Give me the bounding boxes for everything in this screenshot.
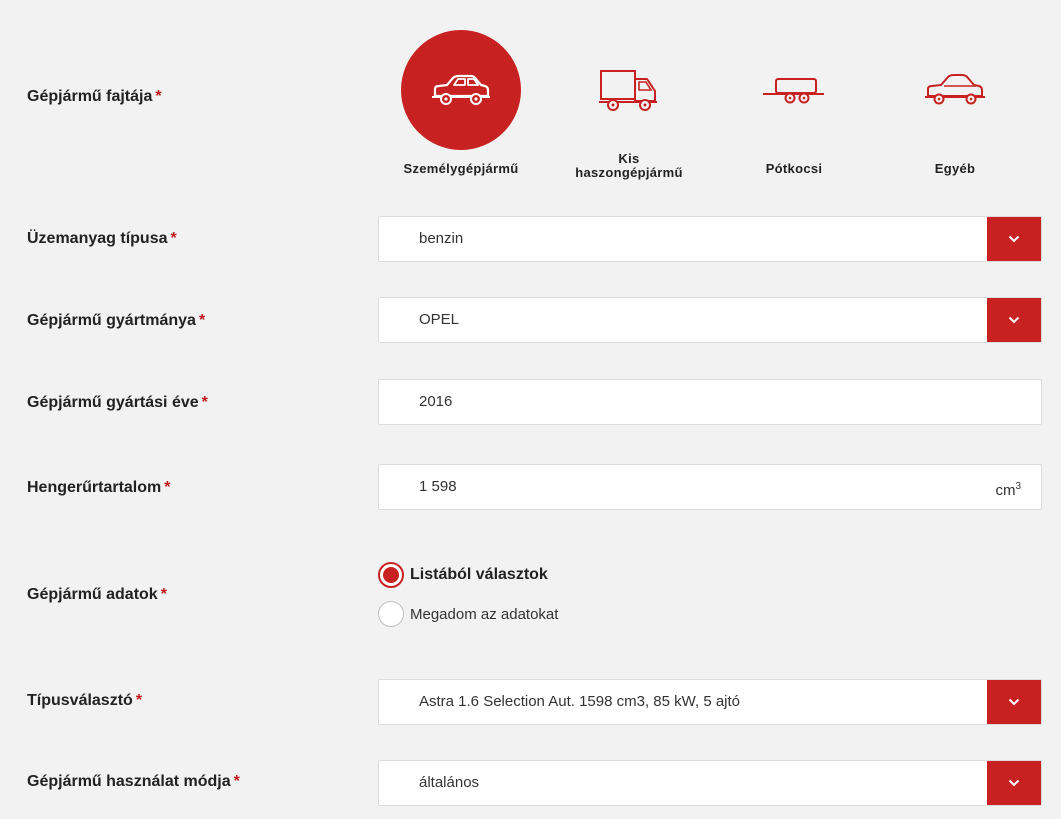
required-asterisk: * — [160, 586, 167, 603]
make-label-text: Gépjármű gyártmánya — [27, 312, 196, 329]
displacement-label: Hengerűrtartalom * — [27, 479, 170, 497]
radio-choose-from-list-label: Listából választok — [410, 566, 548, 583]
required-asterisk: * — [155, 88, 162, 105]
vehicle-type-label-van-line2: haszongépjármű — [575, 165, 683, 180]
displacement-value: 1 598 — [419, 478, 457, 495]
usage-mode-label: Gépjármű használat módja * — [27, 773, 240, 791]
chevron-down-icon — [1008, 779, 1020, 787]
vehicle-data-label-text: Gépjármű adatok — [27, 586, 158, 603]
vehicle-type-label-other: Egyéb — [934, 161, 976, 176]
required-asterisk: * — [233, 773, 240, 790]
year-value: 2016 — [419, 393, 453, 410]
required-asterisk: * — [170, 230, 177, 247]
vehicle-type-option-other[interactable]: Egyéb — [885, 30, 1025, 176]
trailer-icon — [734, 30, 854, 150]
make-dropdown-button[interactable] — [987, 298, 1041, 342]
required-asterisk: * — [201, 394, 208, 411]
year-label: Gépjármű gyártási éve * — [27, 394, 208, 412]
displacement-input[interactable]: 1 598 cm3 — [378, 464, 1042, 510]
usage-mode-label-text: Gépjármű használat módja — [27, 773, 231, 790]
type-selector-dropdown-button[interactable] — [987, 680, 1041, 724]
vehicle-type-label-text: Gépjármű fajtája — [27, 88, 153, 105]
type-selector-select[interactable]: Astra 1.6 Selection Aut. 1598 cm3, 85 kW… — [378, 679, 1042, 725]
usage-mode-dropdown-button[interactable] — [987, 761, 1041, 805]
displacement-unit-base: cm — [995, 482, 1016, 499]
fuel-type-label-text: Üzemanyag típusa — [27, 230, 168, 247]
required-asterisk: * — [164, 479, 171, 496]
vehicle-data-label: Gépjármű adatok * — [27, 586, 167, 604]
required-asterisk: * — [198, 312, 206, 329]
chevron-down-icon — [1008, 235, 1020, 243]
usage-mode-value: általános — [419, 774, 480, 791]
vehicle-type-label: Gépjármű fajtája * — [27, 88, 162, 106]
type-selector-label-text: Típusválasztó — [27, 692, 133, 709]
radio-enter-data[interactable]: Megadom az adatokat — [378, 601, 558, 627]
make-label: Gépjármű gyártmánya * — [27, 312, 205, 330]
vehicle-type-label-car: Személygépjármű — [403, 161, 519, 176]
vehicle-type-label-van-line1: Kis — [618, 151, 640, 166]
vehicle-type-option-car[interactable]: Személygépjármű — [391, 30, 531, 176]
fuel-type-value: benzin — [419, 230, 464, 247]
displacement-unit-sup: 3 — [1015, 481, 1021, 492]
radio-enter-data-label: Megadom az adatokat — [410, 605, 559, 623]
required-asterisk: * — [135, 692, 143, 709]
displacement-label-text: Hengerűrtartalom — [27, 479, 162, 496]
chevron-down-icon — [1008, 698, 1020, 706]
vehicle-type-option-van[interactable]: Kis haszongépjármű — [559, 30, 699, 180]
usage-mode-select[interactable]: általános — [378, 760, 1042, 806]
type-selector-label: Típusválasztó * — [27, 692, 142, 710]
other-vehicle-icon — [895, 30, 1015, 150]
radio-choose-from-list[interactable]: Listából választok — [378, 562, 548, 588]
make-select[interactable]: OPEL — [378, 297, 1042, 343]
year-label-text: Gépjármű gyártási éve — [27, 394, 199, 411]
type-selector-value: Astra 1.6 Selection Aut. 1598 cm3, 85 kW… — [419, 693, 741, 710]
vehicle-type-label-van: Kis haszongépjármű — [559, 152, 699, 180]
year-input[interactable]: 2016 — [378, 379, 1042, 425]
make-value: OPEL — [419, 311, 460, 328]
vehicle-type-option-trailer[interactable]: Pótkocsi — [724, 30, 864, 176]
radio-button-checked[interactable] — [378, 562, 404, 588]
fuel-type-select[interactable]: benzin — [378, 216, 1042, 262]
van-icon — [569, 30, 689, 150]
radio-button-unchecked[interactable] — [378, 601, 404, 627]
car-icon — [401, 30, 521, 150]
fuel-type-label: Üzemanyag típusa * — [27, 230, 177, 248]
vehicle-type-label-trailer: Pótkocsi — [765, 161, 823, 176]
chevron-down-icon — [1008, 316, 1020, 324]
fuel-type-dropdown-button[interactable] — [987, 217, 1041, 261]
displacement-unit: cm3 — [995, 465, 1021, 513]
